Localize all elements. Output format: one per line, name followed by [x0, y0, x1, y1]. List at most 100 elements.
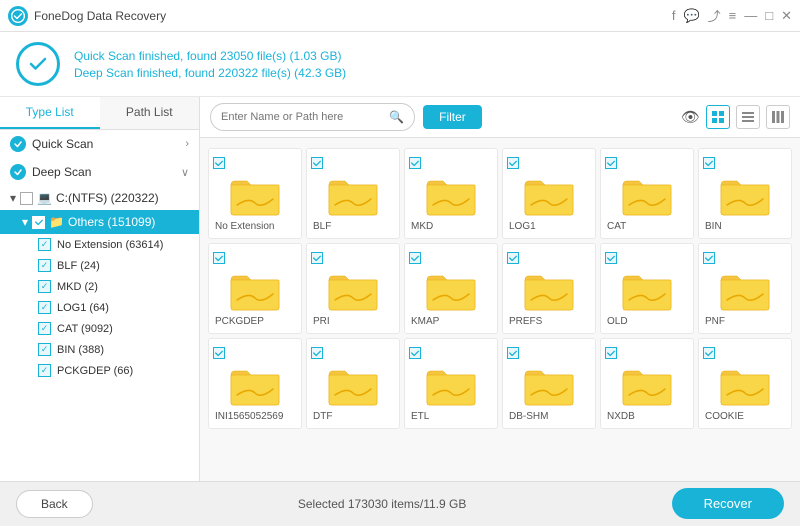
file-item-top [507, 252, 591, 264]
file-checkbox[interactable] [311, 347, 323, 359]
content-toolbar: 🔍 Filter 👁 [200, 97, 800, 138]
file-checkbox[interactable] [409, 252, 421, 264]
sidebar-item-deep-scan[interactable]: Deep Scan ∨ [0, 158, 199, 186]
file-checkbox[interactable] [703, 252, 715, 264]
file-item[interactable]: OLD [600, 243, 694, 334]
file-checkbox[interactable] [213, 347, 225, 359]
file-item[interactable]: COOKIE [698, 338, 792, 429]
file-item[interactable]: PRI [306, 243, 400, 334]
menu-icon[interactable]: ≡ [729, 8, 737, 23]
sub-label-mkd: MKD (2) [57, 281, 98, 293]
file-item-top [409, 347, 493, 359]
file-item[interactable]: PREFS [502, 243, 596, 334]
file-label: CAT [605, 221, 689, 232]
file-checkbox[interactable] [311, 252, 323, 264]
sidebar-item-quick-scan[interactable]: Quick Scan › [0, 130, 199, 158]
file-checkbox[interactable] [409, 157, 421, 169]
file-item[interactable]: BLF [306, 148, 400, 239]
file-item[interactable]: No Extension [208, 148, 302, 239]
preview-icon[interactable]: 👁 [681, 108, 700, 126]
sub-item-pckgdep[interactable]: ✓ PCKGDEP (66) [0, 360, 199, 381]
file-item-top [213, 347, 297, 359]
filter-button[interactable]: Filter [423, 105, 482, 129]
file-item[interactable]: KMAP [404, 243, 498, 334]
app-logo [8, 6, 28, 26]
file-checkbox[interactable] [507, 347, 519, 359]
file-item[interactable]: DTF [306, 338, 400, 429]
file-checkbox[interactable] [605, 252, 617, 264]
file-item[interactable]: BIN [698, 148, 792, 239]
view-toggle-group: 👁 [681, 105, 790, 129]
sub-item-no-ext[interactable]: ✓ No Extension (63614) [0, 234, 199, 255]
folder-others-row[interactable]: ▾ 📁 Others (151099) [0, 210, 199, 234]
deep-scan-check [10, 164, 26, 180]
file-item[interactable]: MKD [404, 148, 498, 239]
folder-icon [523, 365, 575, 407]
drive-label: C:(NTFS) (220322) [56, 191, 159, 205]
file-label: INI1565052569 [213, 411, 297, 422]
file-item[interactable]: CAT [600, 148, 694, 239]
file-checkbox[interactable] [507, 157, 519, 169]
sub-item-blf[interactable]: ✓ BLF (24) [0, 255, 199, 276]
file-item[interactable]: DB-SHM [502, 338, 596, 429]
sub-cb-no-ext[interactable]: ✓ [38, 238, 51, 251]
file-item-top [507, 347, 591, 359]
search-icon: 🔍 [389, 110, 404, 124]
sub-cb-cat[interactable]: ✓ [38, 322, 51, 335]
file-checkbox[interactable] [409, 347, 421, 359]
file-checkbox[interactable] [703, 157, 715, 169]
grid-view-icon[interactable] [706, 105, 730, 129]
chat-icon[interactable]: 💬 [683, 8, 699, 24]
sub-item-cat[interactable]: ✓ CAT (9092) [0, 318, 199, 339]
sub-cb-blf[interactable]: ✓ [38, 259, 51, 272]
back-button[interactable]: Back [16, 490, 93, 518]
share-icon[interactable]: ⤴ [708, 6, 721, 25]
file-label: OLD [605, 316, 689, 327]
sub-item-log1[interactable]: ✓ LOG1 (64) [0, 297, 199, 318]
folder-checkbox[interactable] [32, 216, 45, 229]
file-label: COOKIE [703, 411, 787, 422]
folder-icon [425, 270, 477, 312]
sub-cb-mkd[interactable]: ✓ [38, 280, 51, 293]
minimize-icon[interactable]: — [744, 8, 757, 23]
sub-cb-pckgdep[interactable]: ✓ [38, 364, 51, 377]
column-view-icon[interactable] [766, 105, 790, 129]
tab-type-list[interactable]: Type List [0, 97, 100, 129]
file-label: BLF [311, 221, 395, 232]
sub-item-bin[interactable]: ✓ BIN (388) [0, 339, 199, 360]
file-item[interactable]: PCKGDEP [208, 243, 302, 334]
quick-scan-check [10, 136, 26, 152]
close-icon[interactable]: ✕ [781, 8, 792, 24]
file-checkbox[interactable] [311, 157, 323, 169]
search-box[interactable]: 🔍 [210, 103, 415, 131]
selected-info: Selected 173030 items/11.9 GB [298, 497, 467, 511]
file-item[interactable]: INI1565052569 [208, 338, 302, 429]
file-checkbox[interactable] [605, 157, 617, 169]
search-input[interactable] [221, 111, 385, 123]
file-item[interactable]: LOG1 [502, 148, 596, 239]
sub-label-log1: LOG1 (64) [57, 302, 109, 314]
sub-item-mkd[interactable]: ✓ MKD (2) [0, 276, 199, 297]
recover-button[interactable]: Recover [672, 488, 784, 519]
maximize-icon[interactable]: □ [765, 8, 773, 23]
list-view-icon[interactable] [736, 105, 760, 129]
drive-checkbox[interactable] [20, 192, 33, 205]
file-item-top [311, 347, 395, 359]
file-item[interactable]: PNF [698, 243, 792, 334]
drive-row[interactable]: ▾ 💻 C:(NTFS) (220322) [0, 186, 199, 210]
facebook-icon[interactable]: f [672, 8, 676, 23]
deep-scan-label: Deep Scan [32, 165, 181, 179]
file-checkbox[interactable] [703, 347, 715, 359]
sub-cb-log1[interactable]: ✓ [38, 301, 51, 314]
tab-path-list[interactable]: Path List [100, 97, 200, 129]
file-checkbox[interactable] [213, 252, 225, 264]
file-item[interactable]: NXDB [600, 338, 694, 429]
file-checkbox[interactable] [213, 157, 225, 169]
sub-cb-bin[interactable]: ✓ [38, 343, 51, 356]
scan-header: Quick Scan finished, found 23050 file(s)… [0, 32, 800, 97]
file-item[interactable]: ETL [404, 338, 498, 429]
file-label: No Extension [213, 221, 297, 232]
folder-icon [229, 270, 281, 312]
file-checkbox[interactable] [507, 252, 519, 264]
file-checkbox[interactable] [605, 347, 617, 359]
